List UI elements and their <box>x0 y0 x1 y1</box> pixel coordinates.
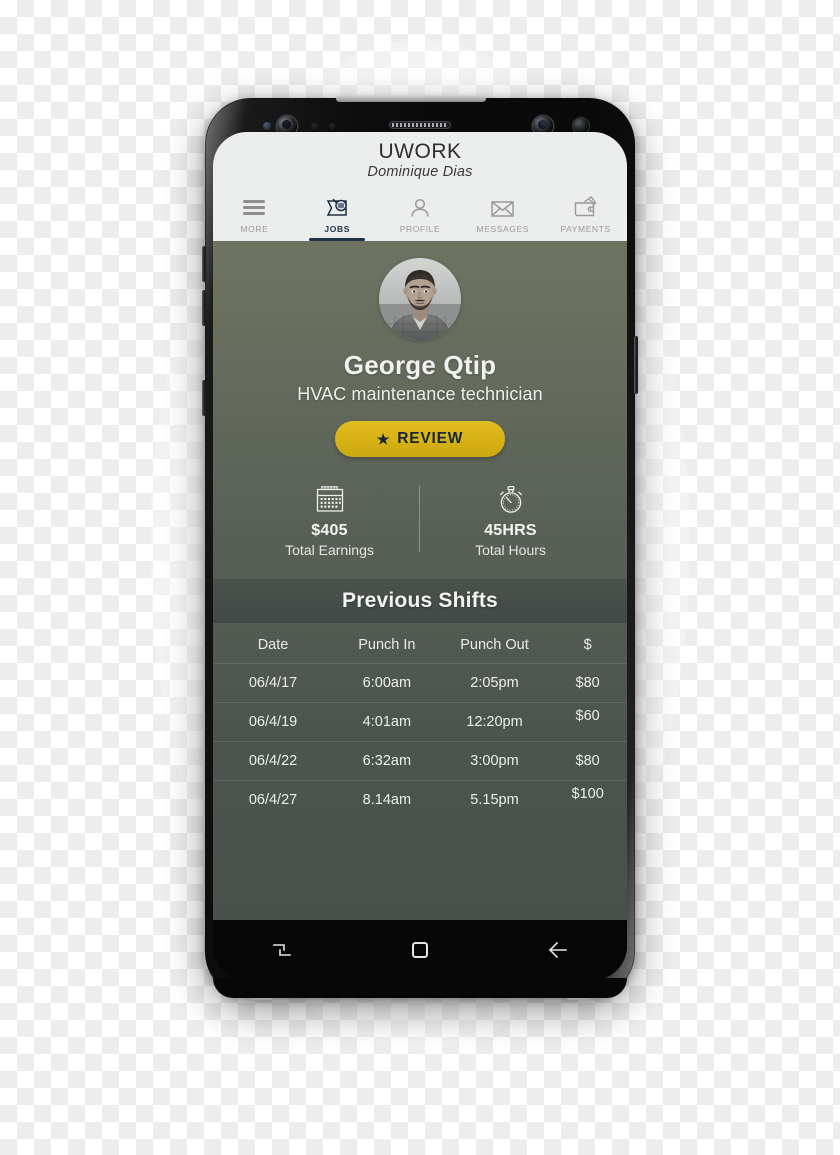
cell-punch-out: 2:05pm <box>440 663 549 704</box>
cell-punch-in: 6:00am <box>333 663 441 704</box>
android-nav-bar <box>213 920 627 980</box>
cell-date: 06/4/17 <box>213 663 334 704</box>
app-body: George Qtip HVAC maintenance technician … <box>213 241 627 920</box>
hamburger-icon <box>243 197 266 218</box>
tab-jobs[interactable]: JOBS <box>296 189 379 242</box>
volume-up-button[interactable] <box>202 246 206 282</box>
cell-punch-in: 8.14am <box>362 792 412 809</box>
table-header-row: Date Punch In Punch Out $ <box>213 624 627 665</box>
person-role: HVAC maintenance technician <box>297 384 543 405</box>
back-button[interactable] <box>489 940 627 960</box>
tab-more[interactable]: MORE <box>213 189 296 241</box>
tab-bar: MORE JOBS PROFILE MESSAGES PAYMENTS <box>213 189 627 242</box>
column-header-punch-out: Punch Out <box>440 624 549 665</box>
assistant-button[interactable] <box>202 380 206 416</box>
jobs-icon <box>324 196 350 219</box>
cell-date: 06/4/27 <box>248 792 298 809</box>
tab-profile[interactable]: PROFILE <box>379 189 462 241</box>
column-header-punch-in: Punch In <box>333 624 441 665</box>
cell-punch-in: 6:32am <box>333 741 441 782</box>
recents-button[interactable] <box>213 940 351 960</box>
tab-jobs-underline <box>309 238 366 242</box>
calendar-icon <box>314 484 346 514</box>
profile-block: George Qtip HVAC maintenance technician … <box>213 241 627 458</box>
shifts-table: Date Punch In Punch Out $ 06/4/17 6:00am… <box>213 624 627 819</box>
column-header-amount: $ <box>548 624 627 665</box>
tab-more-underline <box>226 238 282 241</box>
total-earnings-value: $405 <box>311 522 348 540</box>
home-button[interactable] <box>351 940 489 960</box>
stat-total-hours: 45HRS Total Hours <box>419 482 601 559</box>
light-sensor-icon <box>329 123 335 129</box>
review-button-label: REVIEW <box>397 430 464 448</box>
home-icon <box>410 940 430 960</box>
envelope-icon <box>489 197 516 219</box>
earpiece-speaker <box>389 121 451 129</box>
review-button[interactable]: ★ REVIEW <box>335 421 505 458</box>
profile-icon <box>408 196 432 219</box>
cell-punch-out: 3:00pm <box>440 741 549 782</box>
table-row[interactable]: 06/4/27 8.14am 5.15pm $100 <box>213 781 627 820</box>
tab-profile-underline <box>392 238 448 241</box>
power-button[interactable] <box>634 336 638 394</box>
phone-device: UWORK Dominique Dias MORE JOBS PROFILE M… <box>202 95 638 1000</box>
tab-messages[interactable]: MESSAGES <box>461 189 544 241</box>
total-hours-label: Total Hours <box>475 542 546 559</box>
bottom-bezel <box>213 978 627 998</box>
phone-screen: UWORK Dominique Dias MORE JOBS PROFILE M… <box>213 132 627 980</box>
previous-shifts-header: Previous Shifts <box>213 578 627 625</box>
tab-payments-underline <box>557 238 613 241</box>
table-row[interactable]: 06/4/19 4:01am 12:20pm $60 <box>213 696 627 743</box>
cell-amount: $60 <box>548 696 627 737</box>
stopwatch-icon <box>496 484 526 515</box>
total-hours-value: 45HRS <box>484 522 537 540</box>
app-title: UWORK <box>378 140 462 163</box>
volume-down-button[interactable] <box>202 290 206 326</box>
tab-payments[interactable]: PAYMENTS <box>544 189 627 241</box>
cell-date: 06/4/22 <box>213 741 334 782</box>
proximity-sensor-icon <box>311 123 317 129</box>
tab-messages-underline <box>475 238 531 241</box>
recents-icon <box>271 940 293 960</box>
cell-date: 06/4/19 <box>213 702 334 743</box>
app-header: UWORK Dominique Dias MORE JOBS PROFILE M… <box>213 132 627 242</box>
stat-total-earnings: $405 Total Earnings <box>239 482 420 558</box>
stats-row: $405 Total Earnings 45HRS Total Hours <box>213 482 627 558</box>
cell-punch-out: 5.15pm <box>470 792 519 809</box>
wallet-icon <box>572 195 599 220</box>
avatar <box>379 258 461 341</box>
cell-amount: $100 <box>571 786 604 803</box>
back-icon <box>546 940 570 960</box>
cell-punch-out: 12:20pm <box>440 702 549 743</box>
cell-punch-in: 4:01am <box>333 702 441 743</box>
column-header-date: Date <box>213 624 334 665</box>
account-name: Dominique Dias <box>367 164 473 181</box>
avatar-photo <box>379 258 461 341</box>
section-title: Previous Shifts <box>342 589 498 613</box>
total-earnings-label: Total Earnings <box>285 542 374 559</box>
star-icon: ★ <box>376 431 391 448</box>
iris-sensor-icon <box>263 122 271 130</box>
person-name: George Qtip <box>343 350 497 381</box>
